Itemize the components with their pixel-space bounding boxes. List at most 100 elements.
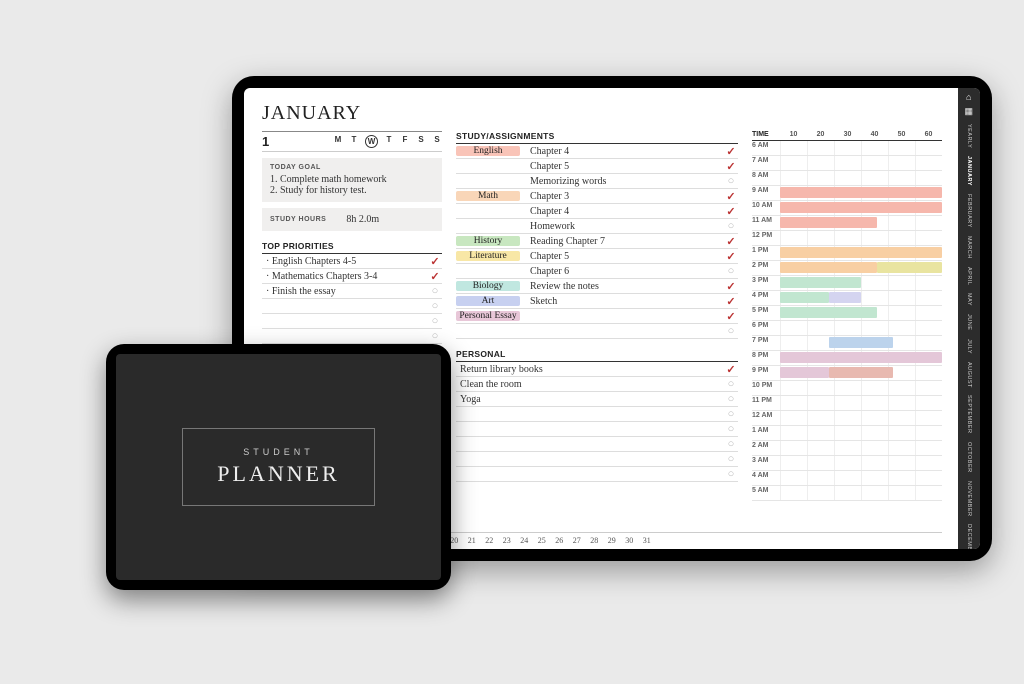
check-icon[interactable]: ✓: [724, 145, 738, 158]
study-row[interactable]: HistoryReading Chapter 7✓: [456, 234, 738, 249]
cal-day[interactable]: 23: [503, 536, 511, 545]
circle-icon[interactable]: ○: [428, 315, 442, 327]
cal-day[interactable]: 28: [590, 536, 598, 545]
side-tab[interactable]: DECEMBER: [966, 521, 972, 549]
study-row[interactable]: Chapter 6○: [456, 264, 738, 279]
cal-day[interactable]: 30: [625, 536, 633, 545]
grid-cols: [780, 186, 942, 200]
side-tab[interactable]: JUNE: [966, 311, 972, 333]
week-letter[interactable]: T: [384, 135, 394, 148]
circle-icon[interactable]: ○: [724, 438, 738, 450]
cal-day[interactable]: 20: [450, 536, 458, 545]
time-bar: [780, 217, 877, 228]
check-icon[interactable]: ✓: [724, 190, 738, 203]
check-icon[interactable]: ✓: [724, 310, 738, 323]
circle-icon[interactable]: ○: [428, 330, 442, 342]
side-tab[interactable]: JULY: [966, 336, 972, 357]
hour-label: 7 PM: [752, 336, 780, 350]
cal-day[interactable]: 31: [643, 536, 651, 545]
home-icon[interactable]: ⌂: [966, 92, 972, 102]
check-icon[interactable]: ✓: [724, 295, 738, 308]
week-letter[interactable]: S: [416, 135, 426, 148]
study-row[interactable]: ○: [456, 324, 738, 339]
priority-row[interactable]: · Mathematics Chapters 3-4✓: [262, 269, 442, 284]
check-icon[interactable]: ✓: [724, 280, 738, 293]
study-row[interactable]: Chapter 4✓: [456, 204, 738, 219]
personal-row[interactable]: ○: [456, 422, 738, 437]
circle-icon[interactable]: ○: [724, 378, 738, 390]
study-row[interactable]: EnglishChapter 4✓: [456, 144, 738, 159]
cover-screen: STUDENT PLANNER: [116, 354, 441, 580]
circle-icon[interactable]: ○: [428, 300, 442, 312]
check-icon[interactable]: ✓: [724, 235, 738, 248]
cal-day[interactable]: 29: [608, 536, 616, 545]
side-tab[interactable]: MAY: [966, 290, 972, 309]
priority-text: · Finish the essay: [262, 286, 428, 297]
check-icon[interactable]: ✓: [724, 205, 738, 218]
check-icon[interactable]: ✓: [724, 250, 738, 263]
side-tab[interactable]: APRIL: [966, 264, 972, 288]
study-row[interactable]: BiologyReview the notes✓: [456, 279, 738, 294]
circle-icon[interactable]: ○: [724, 393, 738, 405]
time-row: 8 AM: [752, 171, 942, 186]
circle-icon[interactable]: ○: [724, 220, 738, 232]
day-number: 1: [262, 134, 269, 149]
circle-icon[interactable]: ○: [428, 285, 442, 297]
side-tab[interactable]: OCTOBER: [966, 439, 972, 476]
side-tab[interactable]: AUGUST: [966, 359, 972, 391]
circle-icon[interactable]: ○: [724, 175, 738, 187]
personal-row[interactable]: ○: [456, 452, 738, 467]
circle-icon[interactable]: ○: [724, 453, 738, 465]
personal-row[interactable]: Clean the room○: [456, 377, 738, 392]
week-letter[interactable]: M: [333, 135, 343, 148]
personal-row[interactable]: ○: [456, 437, 738, 452]
priority-row[interactable]: ○: [262, 299, 442, 314]
check-icon[interactable]: ✓: [428, 270, 442, 283]
side-tab[interactable]: JANUARY: [966, 153, 972, 189]
circle-icon[interactable]: ○: [724, 408, 738, 420]
personal-row[interactable]: Return library books✓: [456, 362, 738, 377]
circle-icon[interactable]: ○: [724, 265, 738, 277]
study-row[interactable]: Personal Essay✓: [456, 309, 738, 324]
study-row[interactable]: ArtSketch✓: [456, 294, 738, 309]
priority-row[interactable]: · Finish the essay○: [262, 284, 442, 299]
personal-row[interactable]: ○: [456, 467, 738, 482]
week-letter[interactable]: F: [400, 135, 410, 148]
priority-row[interactable]: · English Chapters 4-5✓: [262, 254, 442, 269]
study-row[interactable]: MathChapter 3✓: [456, 189, 738, 204]
week-letter[interactable]: W: [365, 135, 378, 148]
study-row[interactable]: LiteratureChapter 5✓: [456, 249, 738, 264]
check-icon[interactable]: ✓: [724, 363, 738, 376]
grid-icon[interactable]: ▦: [964, 106, 973, 117]
cal-day[interactable]: 22: [485, 536, 493, 545]
cal-day[interactable]: 26: [555, 536, 563, 545]
study-row[interactable]: Homework○: [456, 219, 738, 234]
circle-icon[interactable]: ○: [724, 325, 738, 337]
grid-cell: [915, 231, 942, 245]
hour-label: 11 AM: [752, 216, 780, 230]
grid-cell: [861, 396, 888, 410]
side-tab[interactable]: SEPTEMBER: [966, 392, 972, 436]
check-icon[interactable]: ✓: [724, 160, 738, 173]
circle-icon[interactable]: ○: [724, 423, 738, 435]
week-letter[interactable]: T: [349, 135, 359, 148]
study-row[interactable]: Memorizing words○: [456, 174, 738, 189]
cal-day[interactable]: 25: [538, 536, 546, 545]
side-tab[interactable]: YEARLY: [966, 121, 972, 151]
circle-icon[interactable]: ○: [724, 468, 738, 480]
cal-day[interactable]: 27: [573, 536, 581, 545]
priority-row[interactable]: ○: [262, 329, 442, 344]
week-letter[interactable]: S: [432, 135, 442, 148]
personal-row[interactable]: ○: [456, 407, 738, 422]
cal-day[interactable]: 21: [468, 536, 476, 545]
priority-row[interactable]: ○: [262, 314, 442, 329]
cal-day[interactable]: 24: [520, 536, 528, 545]
side-tab[interactable]: FEBRUARY: [966, 191, 972, 231]
side-tab[interactable]: NOVEMBER: [966, 478, 972, 519]
month-title: JANUARY: [262, 102, 942, 125]
check-icon[interactable]: ✓: [428, 255, 442, 268]
side-tab[interactable]: MARCH: [966, 233, 972, 262]
personal-row[interactable]: Yoga○: [456, 392, 738, 407]
study-row[interactable]: Chapter 5✓: [456, 159, 738, 174]
grid-cols: [780, 351, 942, 365]
